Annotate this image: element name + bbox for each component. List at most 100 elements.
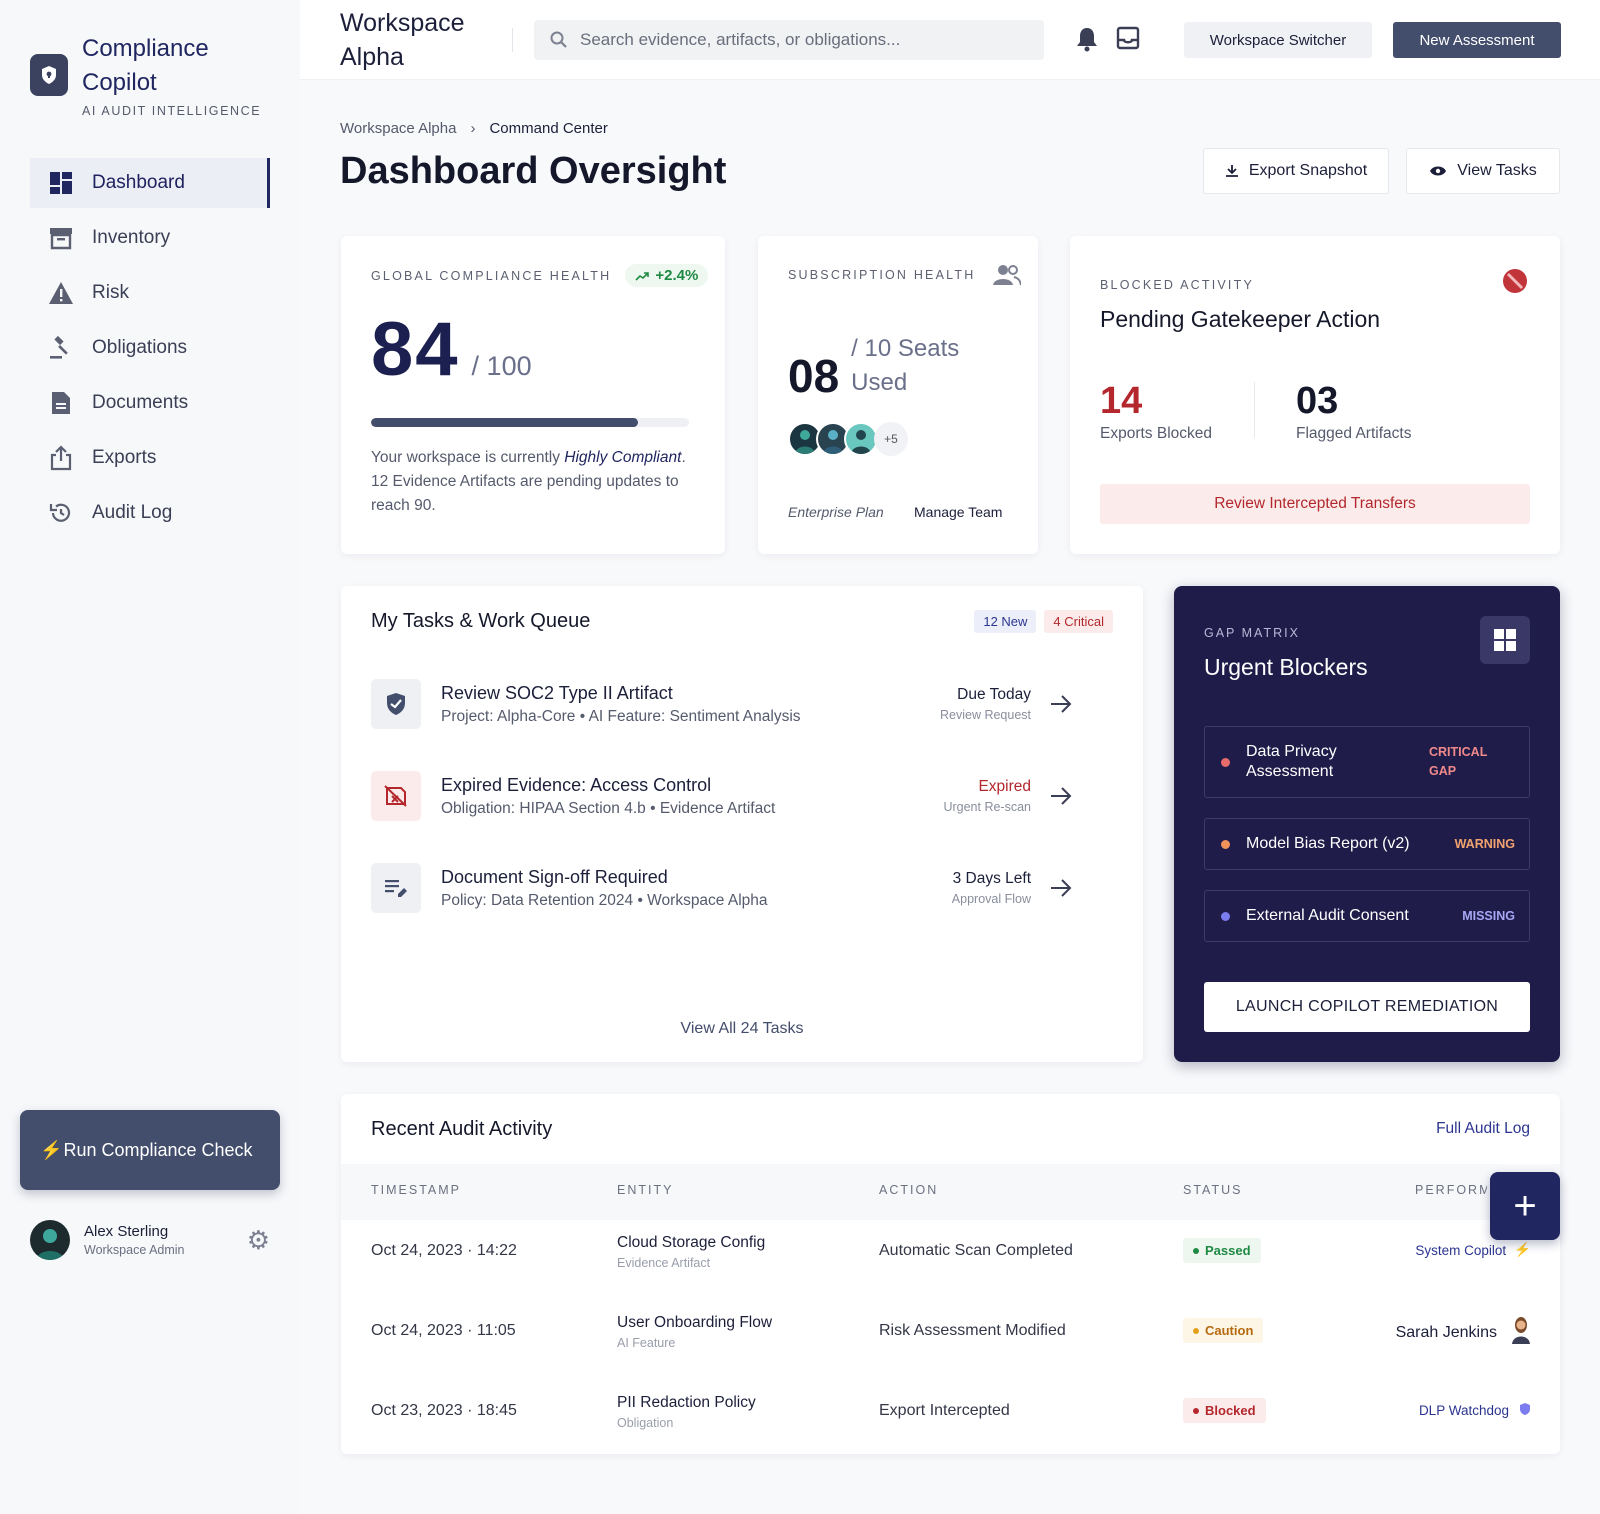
inbox-icon[interactable] xyxy=(1116,26,1140,55)
column-header[interactable]: STATUS xyxy=(1183,1183,1242,1197)
column-header[interactable]: PERFORMED BY xyxy=(1415,1183,1487,1197)
gap-item[interactable]: External Audit Consent MISSING xyxy=(1204,890,1530,942)
task-item[interactable]: Review SOC2 Type II Artifact Project: Al… xyxy=(371,676,1091,732)
status-label: Blocked xyxy=(1205,1403,1256,1418)
document-icon xyxy=(48,390,74,416)
row-timestamp: Oct 24, 2023 · 11:05 xyxy=(371,1322,516,1339)
arrow-right-icon[interactable] xyxy=(1031,878,1091,898)
plan-name: Enterprise Plan xyxy=(788,504,884,520)
gear-icon[interactable]: ⚙ xyxy=(247,1225,270,1256)
row-timestamp: Oct 23, 2023 · 18:45 xyxy=(371,1402,517,1419)
column-header[interactable]: TIMESTAMP xyxy=(371,1183,461,1197)
tasks-title: My Tasks & Work Queue xyxy=(371,610,591,632)
row-timestamp: Oct 24, 2023 · 14:22 xyxy=(371,1242,517,1259)
performer-name: System Copilot xyxy=(1415,1242,1507,1258)
export-snapshot-button[interactable]: Export Snapshot xyxy=(1203,148,1389,194)
workspace-title: Workspace Alpha xyxy=(340,9,465,71)
arrow-right-icon[interactable] xyxy=(1031,694,1091,714)
full-audit-log-link[interactable]: Full Audit Log xyxy=(1436,1120,1530,1138)
seats-used-value: 08 xyxy=(788,350,840,402)
more-members-count: +5 xyxy=(874,422,908,456)
sidebar-item-inventory[interactable]: Inventory xyxy=(30,213,270,263)
task-item[interactable]: Document Sign-off Required Policy: Data … xyxy=(371,860,1091,916)
bolt-icon: ⚡ xyxy=(1514,1242,1531,1257)
row-entity-type: AI Feature xyxy=(617,1336,676,1350)
breadcrumb-separator: › xyxy=(470,120,476,137)
manage-team-link[interactable]: Manage Team xyxy=(914,504,1002,520)
shield-logo-icon xyxy=(30,54,68,96)
sidebar-item-label: Exports xyxy=(92,447,157,468)
expired-file-icon xyxy=(371,771,421,821)
bell-icon[interactable] xyxy=(1076,26,1098,57)
run-compliance-check-label: Run Compliance Check xyxy=(63,1140,253,1160)
blocked-activity-card: BLOCKED ACTIVITY Pending Gatekeeper Acti… xyxy=(1070,236,1560,554)
health-description: Your workspace is currently Highly Compl… xyxy=(371,446,691,518)
exports-blocked-label: Exports Blocked xyxy=(1100,425,1212,442)
launch-copilot-remediation-button[interactable]: LAUNCH COPILOT REMEDIATION xyxy=(1204,982,1530,1032)
search-input[interactable] xyxy=(580,30,1020,50)
run-compliance-check-button[interactable]: ⚡ Run Compliance Check xyxy=(20,1110,280,1190)
sidebar-item-label: Risk xyxy=(92,282,129,303)
gavel-icon xyxy=(48,335,74,361)
exports-blocked-value: 14 xyxy=(1100,380,1143,422)
gap-matrix-card: GAP MATRIX Urgent Blockers Data Privacy … xyxy=(1174,586,1560,1062)
task-subtitle: Policy: Data Retention 2024 • Workspace … xyxy=(441,891,768,909)
task-due: Due Today xyxy=(957,686,1031,703)
severity-dot xyxy=(1221,911,1230,921)
shield-icon xyxy=(1519,1402,1531,1419)
audit-title: Recent Audit Activity xyxy=(371,1118,553,1140)
view-all-tasks-link[interactable]: View All 24 Tasks xyxy=(341,1020,1143,1038)
compliance-progress-fill xyxy=(371,418,639,427)
health-desc-text: Your workspace is currently xyxy=(371,449,565,466)
sidebar-item-label: Documents xyxy=(92,392,189,413)
sidebar-item-exports[interactable]: Exports xyxy=(30,433,270,483)
card-eyebrow: SUBSCRIPTION HEALTH xyxy=(788,268,976,282)
new-assessment-button[interactable]: New Assessment xyxy=(1393,22,1561,58)
score-max: / 100 xyxy=(471,351,532,381)
table-row[interactable]: Oct 23, 2023 · 18:45 PII Redaction Polic… xyxy=(341,1372,1561,1452)
task-due-type: Urgent Re-scan xyxy=(943,800,1031,814)
arrow-right-icon[interactable] xyxy=(1031,786,1091,806)
column-header[interactable]: ACTION xyxy=(879,1183,938,1197)
sidebar-item-documents[interactable]: Documents xyxy=(30,378,270,428)
user-profile: Alex Sterling Workspace Admin ⚙ xyxy=(30,1220,270,1260)
table-row[interactable]: Oct 24, 2023 · 11:05 User Onboarding Flo… xyxy=(341,1292,1561,1372)
gap-item-name: Model Bias Report (v2) xyxy=(1246,835,1410,852)
history-icon xyxy=(48,500,74,526)
add-fab-button[interactable]: + xyxy=(1490,1172,1560,1240)
compliance-progress-bar xyxy=(371,418,689,427)
seats-total: / 10 Seats xyxy=(851,335,960,362)
column-header[interactable]: ENTITY xyxy=(617,1183,673,1197)
workspace-switcher-button[interactable]: Workspace Switcher xyxy=(1184,22,1372,58)
task-title: Review SOC2 Type II Artifact xyxy=(441,682,673,703)
row-entity-type: Evidence Artifact xyxy=(617,1256,711,1270)
team-avatars[interactable]: +5 xyxy=(788,422,908,456)
critical-count-badge: 4 Critical xyxy=(1044,610,1113,633)
warning-icon xyxy=(48,280,74,306)
breadcrumb-root[interactable]: Workspace Alpha xyxy=(340,120,456,137)
search-icon xyxy=(550,31,567,48)
grid-icon[interactable] xyxy=(1480,616,1530,664)
task-due-type: Review Request xyxy=(939,708,1031,722)
sidebar-item-risk[interactable]: Risk xyxy=(30,268,270,318)
status-label: Passed xyxy=(1205,1243,1251,1258)
view-tasks-button[interactable]: View Tasks xyxy=(1406,148,1560,194)
sidebar-item-obligations[interactable]: Obligations xyxy=(30,323,270,373)
row-entity-type: Obligation xyxy=(617,1416,674,1430)
sidebar-item-dashboard[interactable]: Dashboard xyxy=(30,158,270,208)
dashboard-icon xyxy=(48,170,74,196)
compliance-score: 84 xyxy=(371,307,460,392)
compliance-health-card: GLOBAL COMPLIANCE HEALTH +2.4% 84 / 100 … xyxy=(341,236,725,554)
table-row[interactable]: Oct 24, 2023 · 14:22 Cloud Storage Confi… xyxy=(341,1212,1561,1292)
flagged-artifacts-label: Flagged Artifacts xyxy=(1296,425,1412,442)
row-action: Automatic Scan Completed xyxy=(879,1242,1073,1259)
severity-dot xyxy=(1221,757,1230,767)
row-action: Export Intercepted xyxy=(879,1402,1010,1419)
review-intercepted-transfers-button[interactable]: Review Intercepted Transfers xyxy=(1100,484,1530,524)
sidebar-item-audit-log[interactable]: Audit Log xyxy=(30,488,270,538)
avatar[interactable] xyxy=(30,1220,70,1260)
task-item[interactable]: Expired Evidence: Access Control Obligat… xyxy=(371,768,1091,824)
gap-item[interactable]: Model Bias Report (v2) WARNING xyxy=(1204,818,1530,870)
subscription-health-card: SUBSCRIPTION HEALTH 08 / 10 Seats Used +… xyxy=(758,236,1038,554)
gap-item[interactable]: Data Privacy Assessment CRITICAL GAP xyxy=(1204,726,1530,798)
